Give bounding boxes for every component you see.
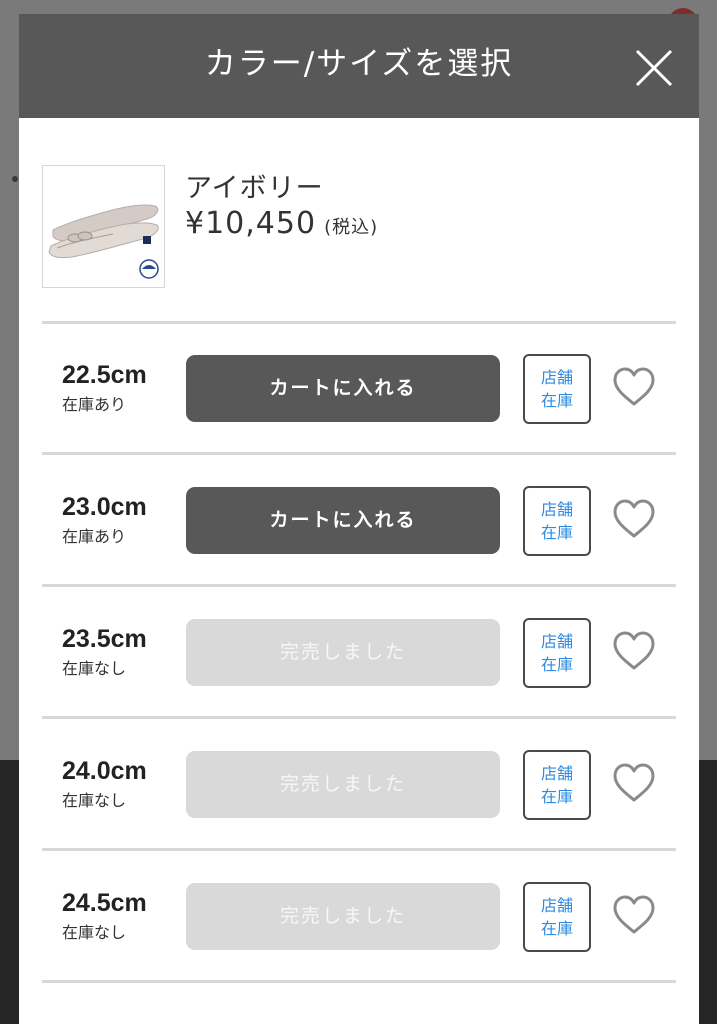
modal-title: カラー/サイズを選択 [204, 46, 514, 82]
store-stock-label: 在庫 [540, 787, 573, 806]
heart-icon[interactable] [611, 630, 657, 672]
add-to-cart-button[interactable]: カートに入れる [186, 355, 500, 422]
store-stock-label: 店舗 [540, 500, 573, 519]
store-stock-label: 在庫 [540, 391, 573, 410]
size-label: 23.5cm [62, 625, 147, 653]
store-stock-label: 在庫 [540, 919, 573, 938]
size-label: 24.0cm [62, 757, 147, 785]
divider [42, 584, 676, 587]
store-stock-button[interactable]: 店舗 在庫 [523, 354, 591, 424]
stock-status: 在庫なし [62, 659, 127, 678]
divider [42, 980, 676, 983]
store-stock-label: 店舗 [540, 896, 573, 915]
store-stock-label: 店舗 [540, 632, 573, 651]
add-to-cart-button[interactable]: カートに入れる [186, 487, 500, 554]
modal-header: カラー/サイズを選択 [19, 14, 699, 118]
store-stock-label: 店舗 [540, 368, 573, 387]
shoe-image-icon [43, 166, 164, 287]
sold-out-button: 完売しました [186, 883, 500, 950]
carousel-dot [12, 176, 18, 182]
stock-status: 在庫なし [62, 923, 127, 942]
heart-icon[interactable] [611, 762, 657, 804]
close-icon[interactable] [635, 49, 673, 87]
sold-out-button: 完売しました [186, 751, 500, 818]
divider [42, 452, 676, 455]
store-stock-button[interactable]: 店舗 在庫 [523, 618, 591, 688]
color-size-modal: カラー/サイズを選択 アイボリー ¥10,450 (税込) 22.5cm 在庫あ… [19, 14, 699, 1024]
stock-status: 在庫あり [62, 527, 127, 546]
size-row: 23.5cm 在庫なし 完売しました 店舗 在庫 [42, 588, 676, 716]
heart-icon[interactable] [611, 498, 657, 540]
store-stock-button[interactable]: 店舗 在庫 [523, 750, 591, 820]
stock-status: 在庫あり [62, 395, 127, 414]
tax-note: (税込) [324, 217, 379, 238]
store-stock-label: 店舗 [540, 764, 573, 783]
divider [42, 848, 676, 851]
heart-icon[interactable] [611, 894, 657, 936]
size-row: 24.0cm 在庫なし 完売しました 店舗 在庫 [42, 720, 676, 848]
sold-out-button: 完売しました [186, 619, 500, 686]
store-stock-button[interactable]: 店舗 在庫 [523, 486, 591, 556]
stock-status: 在庫なし [62, 791, 127, 810]
price-value: ¥10,450 [185, 206, 317, 241]
product-image [42, 165, 165, 288]
size-label: 24.5cm [62, 889, 147, 917]
size-row: 24.5cm 在庫なし 完売しました 店舗 在庫 [42, 852, 676, 980]
product-color-name: アイボリー [185, 173, 324, 204]
store-stock-label: 在庫 [540, 655, 573, 674]
store-stock-label: 在庫 [540, 523, 573, 542]
heart-icon[interactable] [611, 366, 657, 408]
size-label: 22.5cm [62, 361, 147, 389]
product-price: ¥10,450 (税込) [185, 206, 378, 241]
size-label: 23.0cm [62, 493, 147, 521]
size-row: 22.5cm 在庫あり カートに入れる 店舗 在庫 [42, 324, 676, 452]
size-row: 23.0cm 在庫あり カートに入れる 店舗 在庫 [42, 456, 676, 584]
product-summary: アイボリー ¥10,450 (税込) [19, 118, 699, 321]
store-stock-button[interactable]: 店舗 在庫 [523, 882, 591, 952]
divider [42, 716, 676, 719]
